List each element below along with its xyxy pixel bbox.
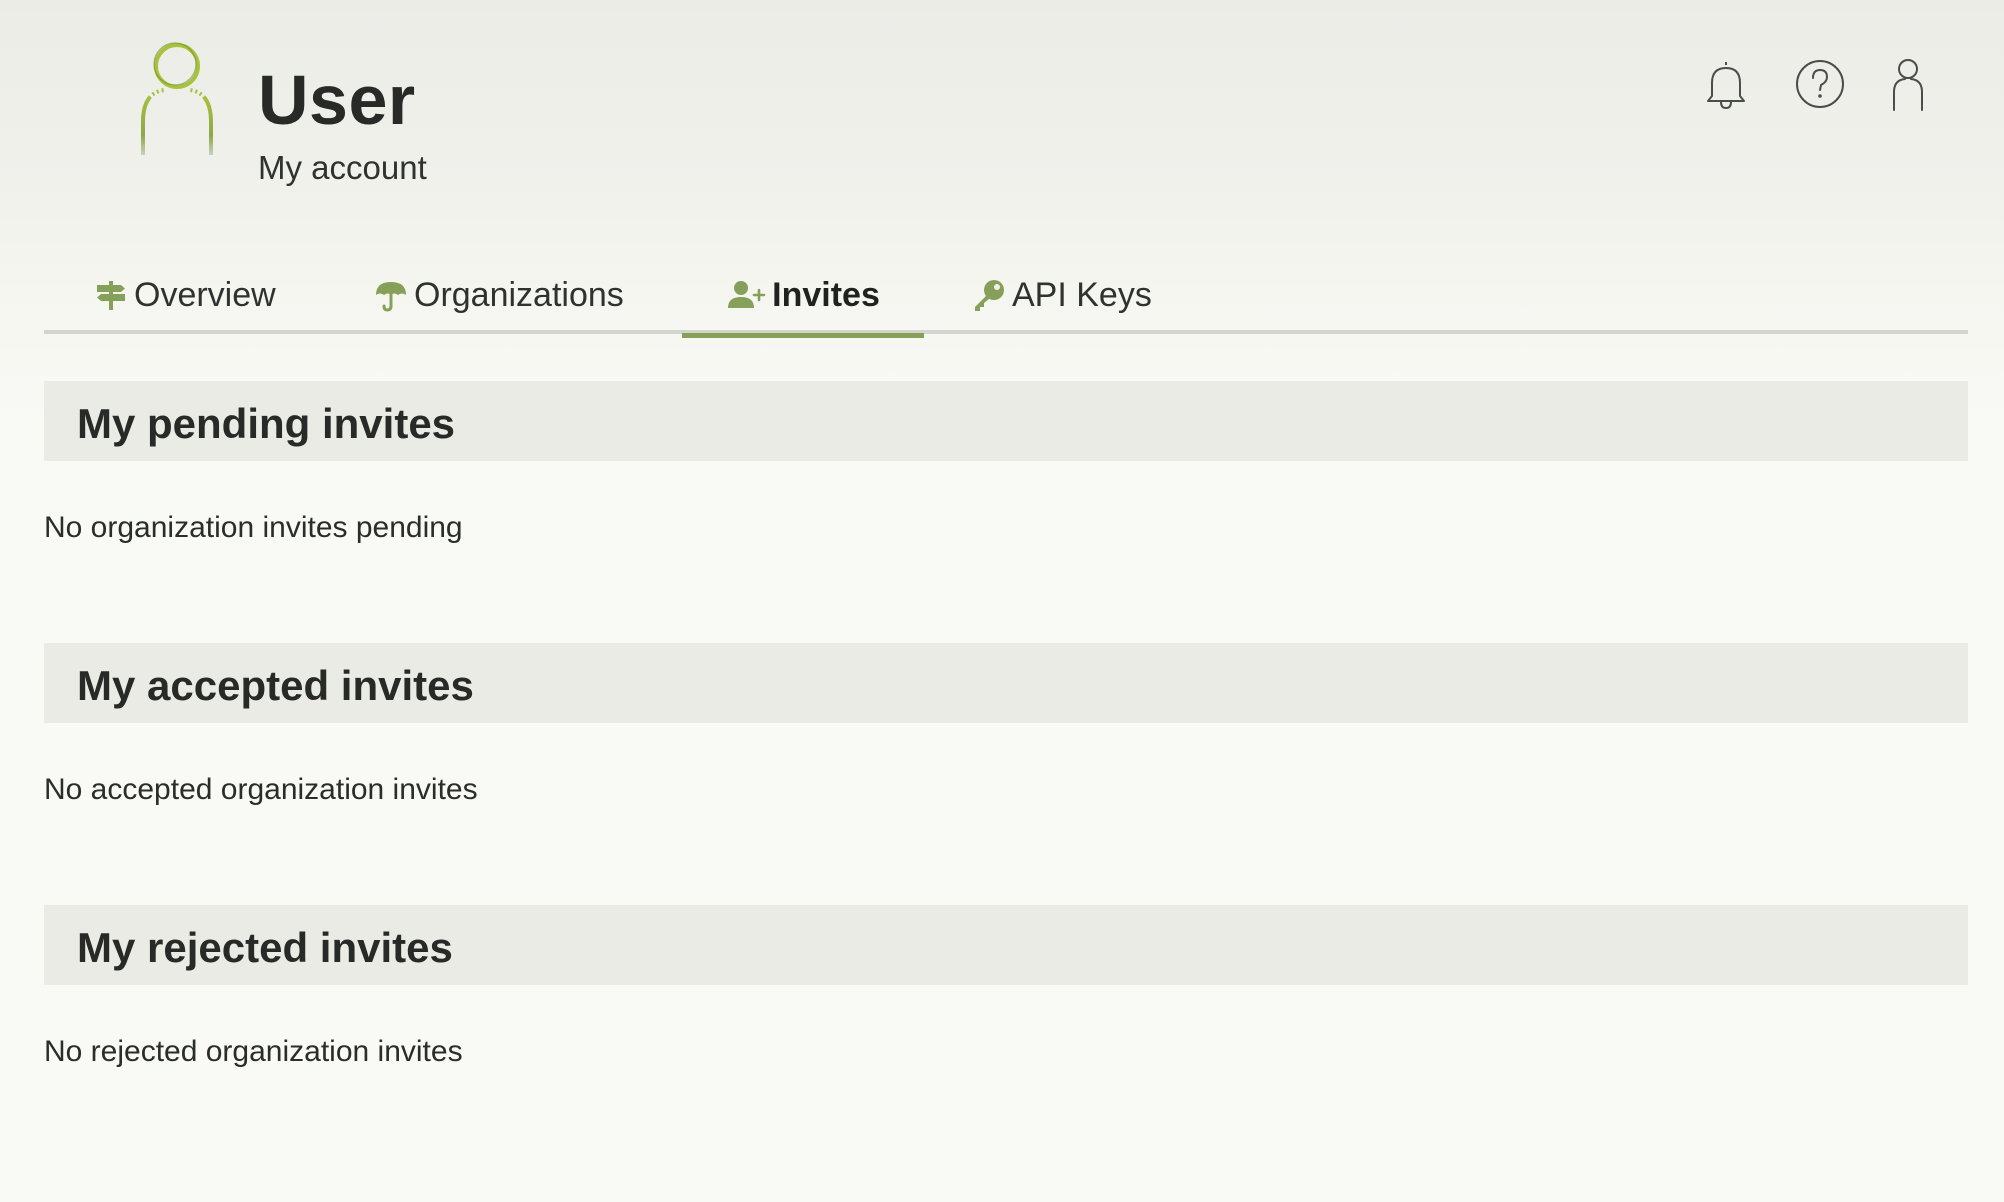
user-plus-icon [728,281,766,308]
section-header-pending: My pending invites [44,381,1968,461]
section-title: My pending invites [77,400,456,447]
empty-state-text: No rejected organization invites [44,1035,463,1068]
key-icon [975,280,1004,311]
bell-icon[interactable] [1698,56,1754,112]
page-header: User My account [0,0,2004,240]
empty-state-text: No organization invites pending [44,511,463,544]
tab-label: API Keys [1012,275,1152,314]
page: User My account Overview Organizations I… [0,0,2004,1202]
section-header-accepted: My accepted invites [44,643,1968,723]
tab-overview[interactable]: Overview [94,256,276,334]
top-toolbar [0,56,2004,116]
signpost-icon [97,281,125,310]
tab-label: Organizations [414,275,624,314]
tab-invites[interactable]: Invites [682,256,924,338]
tab-label: Overview [134,275,276,314]
section-header-rejected: My rejected invites [44,905,1968,985]
help-icon[interactable] [1792,56,1848,112]
tab-organizations[interactable]: Organizations [374,256,624,334]
tab-api-keys[interactable]: API Keys [972,256,1152,334]
empty-state-text: No accepted organization invites [44,773,478,806]
tab-bar: Overview Organizations Invites API Keys [44,256,1968,338]
account-icon[interactable] [1880,56,1936,112]
tab-label: Invites [772,275,880,314]
page-subtitle: My account [258,149,427,186]
section-title: My rejected invites [77,924,453,971]
umbrella-icon [376,282,406,312]
section-title: My accepted invites [77,662,474,709]
